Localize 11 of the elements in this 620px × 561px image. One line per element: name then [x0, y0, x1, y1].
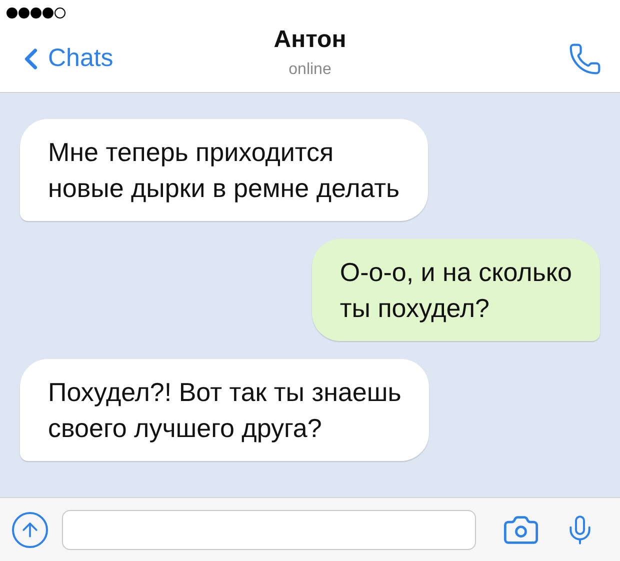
signal-icon — [6, 6, 66, 18]
contact-name: Антон — [274, 24, 346, 54]
back-button[interactable]: Chats — [14, 40, 164, 78]
phone-icon — [568, 42, 602, 76]
message-input[interactable] — [62, 510, 476, 550]
message-bubble: О-о-о, и на сколько ты похудел? — [312, 239, 600, 341]
message-bubble: Похудел?! Вот так ты знаешь своего лучшего друга? — [20, 359, 430, 461]
message-bubble: Мне теперь приходится новые дырки в ремне делать — [20, 119, 428, 221]
attach-button[interactable] — [12, 512, 48, 548]
call-button[interactable] — [568, 42, 602, 76]
contact-status: online — [288, 60, 332, 80]
